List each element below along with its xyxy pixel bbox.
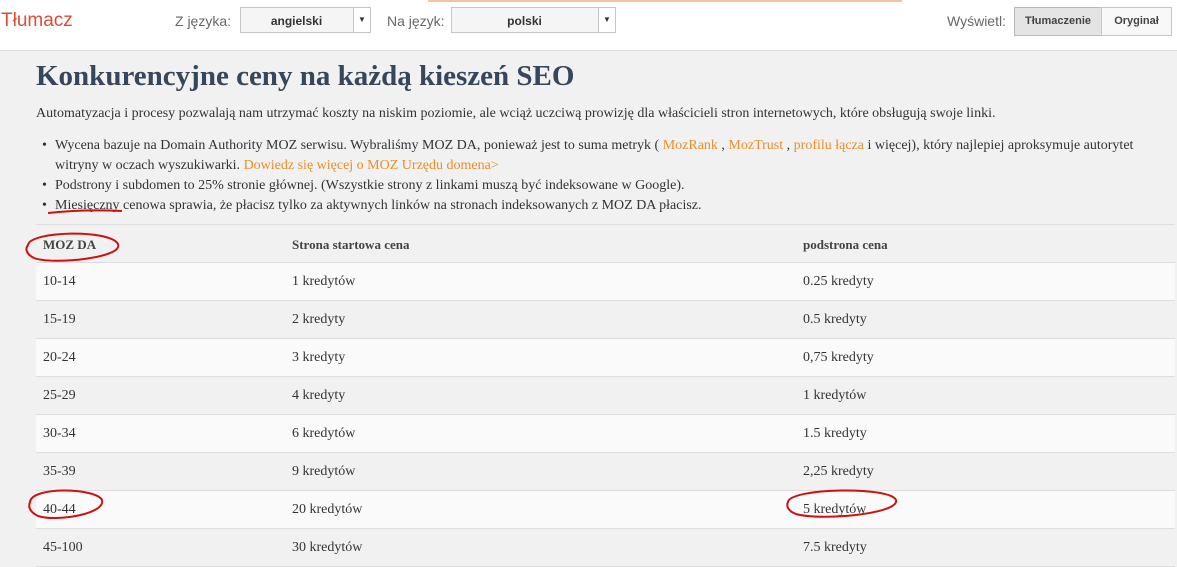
table-row: 25-29 4 kredyty 1 kredytów	[36, 377, 1175, 415]
original-button[interactable]: Oryginał	[1101, 7, 1172, 36]
moztrust-link[interactable]: MozTrust	[728, 138, 783, 153]
table-row: 30-34 6 kredytów 1.5 kredyty	[36, 415, 1175, 453]
bullet-text: Wycena bazuje na Domain Authority MOZ se…	[55, 138, 663, 153]
home-price-cell: 30 kredytów	[292, 540, 363, 555]
bullet-text: Podstrony i subdomen to 25% stronie głów…	[55, 178, 685, 193]
subpage-price-cell: 1.5 kredyty	[803, 426, 867, 441]
moz-da-cell: 30-34	[43, 426, 76, 441]
table-row: 35-39 9 kredytów 2,25 kredyty	[36, 453, 1175, 491]
bullet-icon: •	[42, 198, 47, 213]
subpage-price-cell: 0.25 kredyty	[803, 274, 874, 289]
subpage-price-cell: 0.5 kredyty	[803, 312, 867, 327]
subpage-price-cell: 5 kredytów	[803, 502, 867, 517]
home-price-cell: 20 kredytów	[292, 502, 363, 517]
home-price-cell: 6 kredytów	[292, 426, 356, 441]
separator-text: ,	[717, 138, 729, 153]
table-row: 20-24 3 kredyty 0,75 kredyty	[36, 339, 1175, 377]
from-language-select[interactable]: angielski ▼	[240, 7, 371, 33]
table-header-row: MOZ DA Strona startowa cena podstrona ce…	[36, 225, 1175, 263]
list-item: • Miesięczny cenowa sprawia, że płacisz …	[42, 196, 1152, 216]
home-price-cell: 4 kredyty	[292, 388, 346, 403]
table-row: 45-100 30 kredytów 7.5 kredyty	[36, 529, 1175, 567]
to-language-label: Na język:	[387, 13, 445, 29]
moz-da-cell: 15-19	[43, 312, 76, 327]
notification-strip	[428, 0, 902, 2]
show-label: Wyświetl:	[947, 13, 1006, 29]
pricing-notes-list: • Wycena bazuje na Domain Authority MOZ …	[42, 136, 1152, 216]
intro-text: Automatyzacja i procesy pozwalają nam ut…	[36, 106, 996, 121]
moz-da-cell: 35-39	[43, 464, 76, 479]
home-price-cell: 9 kredytów	[292, 464, 356, 479]
home-price-cell: 3 kredyty	[292, 350, 346, 365]
from-language-value: angielski	[270, 14, 323, 28]
chevron-down-icon[interactable]: ▼	[353, 8, 370, 32]
translation-button[interactable]: Tłumaczenie	[1014, 7, 1102, 36]
home-price-cell: 1 kredytów	[292, 274, 356, 289]
moz-da-cell: 45-100	[43, 540, 83, 555]
header-subpage-price: podstrona cena	[803, 237, 888, 252]
table-row: 10-14 1 kredytów 0.25 kredyty	[36, 263, 1175, 301]
mozrank-link[interactable]: MozRank	[663, 138, 718, 153]
home-price-cell: 2 kredyty	[292, 312, 346, 327]
header-home-price: Strona startowa cena	[292, 237, 410, 252]
link-profile-link[interactable]: profilu łącza	[794, 138, 864, 153]
moz-da-cell: 25-29	[43, 388, 76, 403]
bullet-icon: •	[42, 178, 47, 193]
table-row: 40-44 20 kredytów 5 kredytów	[36, 491, 1175, 529]
list-item: • Podstrony i subdomen to 25% stronie gł…	[42, 176, 1152, 196]
moz-da-cell: 40-44	[43, 502, 76, 517]
bullet-text: cenowa sprawia, że płacisz tylko za akty…	[119, 198, 702, 213]
subpage-price-cell: 7.5 kredyty	[803, 540, 867, 555]
table-row: 15-19 2 kredyty 0.5 kredyty	[36, 301, 1175, 339]
translate-brand[interactable]: Tłumacz	[1, 10, 73, 32]
subpage-price-cell: 2,25 kredyty	[803, 464, 874, 479]
moz-da-cell: 10-14	[43, 274, 76, 289]
list-item: • Wycena bazuje na Domain Authority MOZ …	[42, 136, 1152, 176]
subpage-price-cell: 0,75 kredyty	[803, 350, 874, 365]
subpage-price-cell: 1 kredytów	[803, 388, 867, 403]
moz-da-cell: 20-24	[43, 350, 76, 365]
monthly-word: Miesięczny	[55, 198, 120, 213]
from-language-label: Z języka:	[175, 13, 232, 29]
separator-text: ,	[783, 138, 794, 153]
learn-more-link[interactable]: Dowiedz się więcej o MOZ Urzędu domena>	[244, 158, 499, 173]
pricing-table: MOZ DA Strona startowa cena podstrona ce…	[36, 224, 1175, 567]
translate-toolbar: Tłumacz Z języka: angielski ▼ Na język: …	[0, 0, 1177, 51]
bullet-icon: •	[42, 138, 47, 153]
chevron-down-icon[interactable]: ▼	[598, 8, 615, 32]
page-title: Konkurencyjne ceny na każdą kieszeń SEO	[36, 60, 575, 92]
to-language-value: polski	[507, 14, 542, 28]
header-moz-da: MOZ DA	[43, 237, 97, 252]
to-language-select[interactable]: polski ▼	[451, 7, 616, 33]
